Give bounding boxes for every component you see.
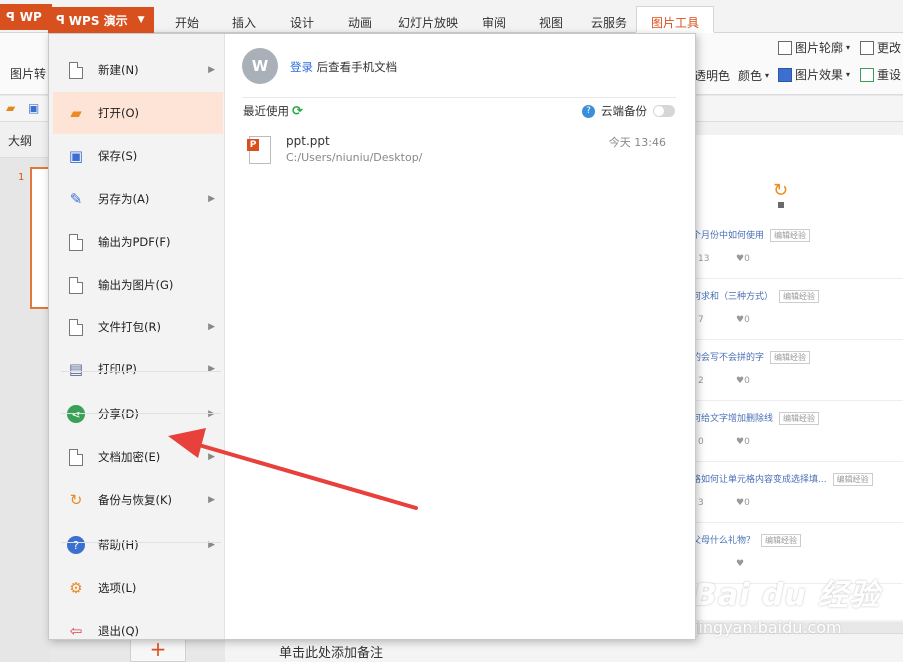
annotation-arrow (168, 428, 418, 510)
